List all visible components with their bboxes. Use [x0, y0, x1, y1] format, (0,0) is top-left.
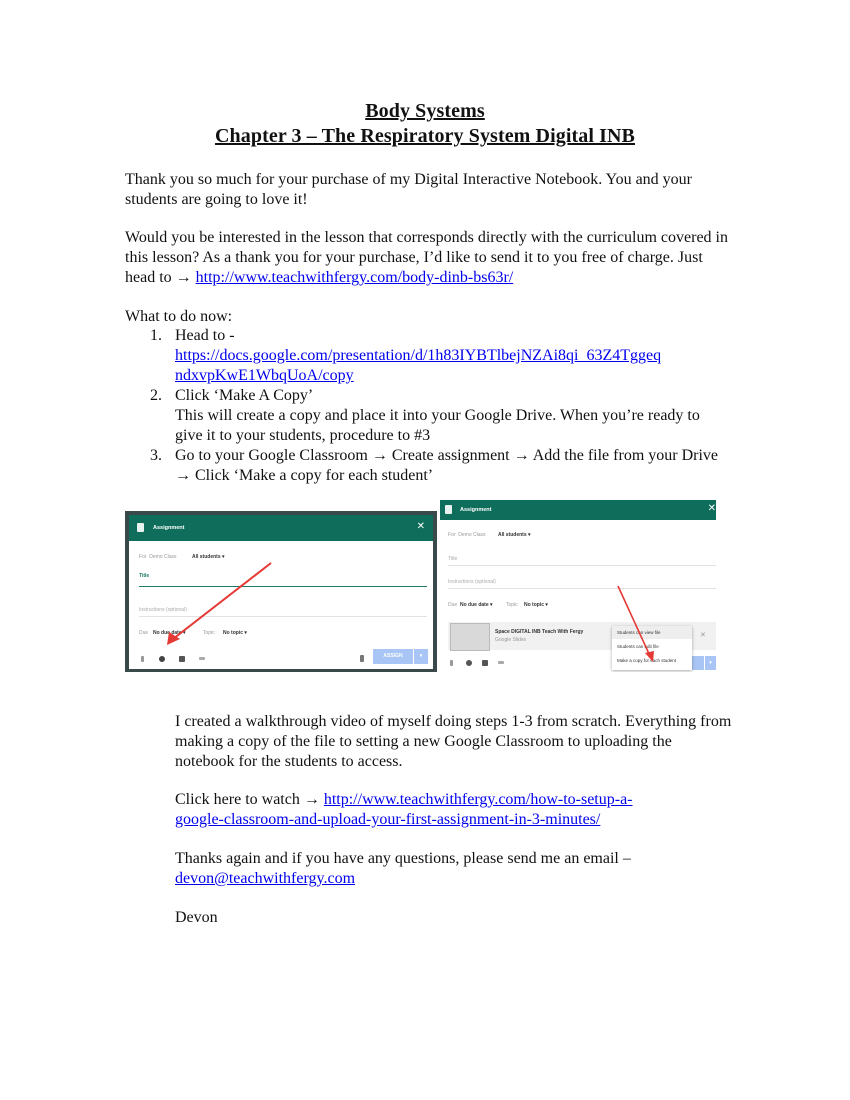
steps-heading: What to do now: — [125, 308, 233, 325]
signature: Devon — [175, 909, 218, 926]
contact-paragraph: Thanks again and if you have any questio… — [175, 849, 735, 889]
red-arrow-annotation — [617, 585, 654, 662]
arrow-shaft — [617, 585, 651, 657]
document-title: Body Systems — [365, 100, 485, 122]
steps-list: 1. Head to - https://docs.google.com/pre… — [150, 326, 730, 486]
step-number: 3. — [150, 447, 162, 464]
document-page: Body Systems Chapter 3 – The Respiratory… — [0, 0, 850, 1100]
copy-link[interactable]: https://docs.google.com/presentation/d/1… — [175, 347, 661, 384]
red-arrow-annotation — [167, 562, 272, 645]
step-text: Click ‘Make A Copy’ — [175, 387, 314, 404]
step-text: Head to - — [175, 327, 235, 344]
step-text: Go to your Google Classroom → Create ass… — [175, 447, 719, 484]
step-item: 1. Head to - https://docs.google.com/pre… — [150, 326, 730, 386]
step-item: 2. Click ‘Make A Copy’ This will create … — [150, 386, 730, 446]
video-link-line1[interactable]: http://www.teachwithfergy.com/how-to-set… — [324, 791, 633, 808]
step-detail: This will create a copy and place it int… — [175, 407, 700, 444]
step-number: 1. — [150, 327, 162, 344]
video-paragraph: I created a walkthrough video of myself … — [175, 713, 732, 770]
video-link-line2[interactable]: google-classroom-and-upload-your-first-a… — [175, 811, 600, 828]
offer-link[interactable]: http://www.teachwithfergy.com/body-dinb-… — [196, 269, 514, 286]
offer-paragraph: Would you be interested in the lesson th… — [125, 228, 735, 288]
step-item: 3. Go to your Google Classroom → Create … — [150, 446, 730, 486]
document-subtitle: Chapter 3 – The Respiratory System Digit… — [215, 125, 635, 147]
intro-paragraph: Thank you so much for your purchase of m… — [125, 171, 692, 208]
watch-text: Click here to watch → — [175, 791, 324, 808]
copy-link-line1[interactable]: https://docs.google.com/presentation/d/1… — [175, 347, 661, 364]
assignment-screenshot-2: Assignment ✕ For Demo Class All students… — [440, 500, 716, 672]
watch-paragraph: Click here to watch → http://www.teachwi… — [175, 790, 735, 830]
arrow-head — [645, 651, 654, 662]
step-number: 2. — [150, 387, 162, 404]
copy-link-line2[interactable]: ndxvpKwE1WbqUoA/copy — [175, 367, 354, 384]
email-link[interactable]: devon@teachwithfergy.com — [175, 870, 355, 887]
arrow-shaft — [172, 562, 272, 640]
assignment-screenshot-1: Assignment ✕ For Demo Class All students… — [125, 511, 437, 672]
contact-text: Thanks again and if you have any questio… — [175, 850, 631, 867]
